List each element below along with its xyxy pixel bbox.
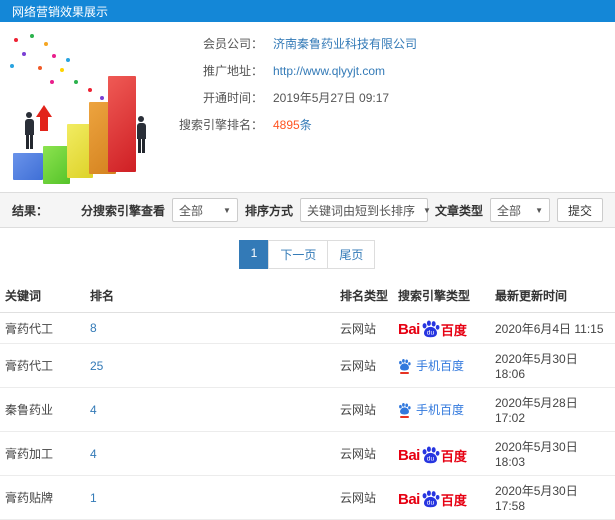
rank-type-cell: 云网站	[335, 312, 393, 344]
svg-text:du: du	[427, 330, 435, 337]
member-company-label: 会员公司：	[202, 37, 263, 51]
filter-controls: 分搜索引擎查看 全部 ▼ 排序方式 关键词由短到长排序 ▼ 文章类型 全部 ▼ 提交	[81, 198, 603, 222]
rank-cell: 25	[85, 343, 335, 388]
rank-type-cell: 云网站	[335, 475, 393, 520]
growth-chart-illustration	[0, 28, 175, 188]
updated-cell: 2020年5月30日 18:03	[490, 431, 615, 476]
engine-cell: Bai du 百度	[393, 312, 490, 344]
rank-link[interactable]: 25	[90, 359, 103, 373]
table-row: 膏药贴牌 1 云网站 Bai du 百度 2020年5月30日 17:58	[0, 475, 615, 520]
result-label: 结果：	[12, 203, 49, 218]
engine-cell: Bai du 百度	[393, 475, 490, 520]
engine-cell: Bai du 百度	[393, 431, 490, 476]
header-updated: 最新更新时间	[490, 279, 615, 313]
chevron-down-icon: ▼	[223, 205, 231, 215]
member-company-row: 会员公司： 济南秦鲁药业科技有限公司	[175, 36, 615, 51]
keyword-cell: 膏药代工	[0, 343, 85, 388]
promo-url-row: 推广地址： http://www.qlyyjt.com	[175, 63, 615, 79]
updated-cell: 2020年6月4日 11:15	[490, 312, 615, 344]
table-row: 膏药加工 4 云网站 Bai du 百度 2020年5月30日 18:03	[0, 431, 615, 476]
rank-type-cell: 云网站	[335, 343, 393, 388]
engine-cell: 手机百度	[393, 343, 490, 388]
bar-blue	[13, 153, 43, 180]
keyword-cell: 膏药代工	[0, 312, 85, 344]
page: 网络营销效果展示 会员公司： 济南秦鲁药业科技有限公司 推广地址： http:/…	[0, 0, 615, 520]
open-time-row: 开通时间： 2019年5月27日 09:17	[175, 90, 615, 105]
rank-link[interactable]: 4	[90, 403, 97, 417]
header-rank-type: 排名类型	[335, 279, 393, 313]
baidu-paw-icon	[399, 402, 411, 414]
page-1-button[interactable]: 1	[238, 240, 270, 269]
info-fields: 会员公司： 济南秦鲁药业科技有限公司 推广地址： http://www.qlyy…	[175, 28, 615, 188]
next-page-button[interactable]: 下一页	[268, 240, 329, 269]
submit-button[interactable]: 提交	[556, 198, 603, 222]
filter-bar: 结果： 分搜索引擎查看 全部 ▼ 排序方式 关键词由短到长排序 ▼ 文章类型 全部 ▼…	[0, 192, 615, 228]
chevron-down-icon: ▼	[422, 205, 431, 215]
pagination: 1 下一页 尾页	[0, 240, 615, 269]
keyword-cell: 膏药加工	[0, 431, 85, 476]
bar-green	[43, 146, 70, 184]
table-body: 膏药代工 8 云网站 Bai du 百度 2020年6月4日 11:15 膏药代工 25 云网站手…	[0, 312, 615, 520]
table-row: 膏药代工 25 云网站 手机百度 2020年5月30日 18:06	[0, 343, 615, 388]
svg-text:du: du	[427, 499, 435, 506]
rank-cell: 4	[85, 387, 335, 432]
updated-cell: 2020年5月28日 17:02	[490, 387, 615, 432]
header-keyword: 关键词	[0, 279, 85, 313]
updated-cell: 2020年5月30日 17:58	[490, 475, 615, 520]
engine-rank-value: 4895条	[273, 118, 312, 132]
rank-type-cell: 云网站	[335, 431, 393, 476]
baidu-logo: Bai du 百度	[398, 320, 467, 338]
engine-rank-row: 搜索引擎排名： 4895条	[175, 117, 615, 132]
info-section: 会员公司： 济南秦鲁药业科技有限公司 推广地址： http://www.qlyy…	[0, 22, 615, 188]
sort-filter-select[interactable]: 关键词由短到长排序 ▼	[299, 198, 431, 222]
rank-type-cell: 云网站	[335, 387, 393, 432]
svg-text:du: du	[427, 455, 435, 462]
businessman-right	[133, 116, 149, 153]
baidu-logo: Bai du 百度	[398, 490, 467, 508]
businessman-left	[21, 112, 37, 149]
article-type-label: 文章类型	[434, 203, 483, 218]
page-title: 网络营销效果展示	[12, 4, 109, 19]
results-table: 关键词 排名 排名类型 搜索引擎类型 最新更新时间 膏药代工 8 云网站 Bai du 百…	[0, 279, 615, 520]
engine-cell: 手机百度	[393, 387, 490, 432]
keyword-cell: 秦鲁药业	[0, 387, 85, 432]
header-engine-type: 搜索引擎类型	[393, 279, 490, 313]
rank-link[interactable]: 8	[90, 321, 97, 335]
rank-cell: 4	[85, 431, 335, 476]
last-page-button[interactable]: 尾页	[327, 240, 376, 269]
rank-link[interactable]: 1	[90, 491, 97, 505]
table-header-row: 关键词 排名 排名类型 搜索引擎类型 最新更新时间	[0, 279, 615, 313]
sort-filter-label: 排序方式	[244, 203, 293, 218]
promo-url-label: 推广地址：	[202, 64, 263, 78]
mobile-baidu-logo: 手机百度	[398, 402, 464, 418]
rank-cell: 1	[85, 475, 335, 520]
table-row: 膏药代工 8 云网站 Bai du 百度 2020年6月4日 11:15	[0, 312, 615, 344]
title-bar: 网络营销效果展示	[0, 0, 615, 22]
bar-red	[108, 76, 136, 172]
article-type-select[interactable]: 全部 ▼	[489, 198, 550, 222]
up-arrow-icon	[36, 105, 52, 131]
mobile-baidu-logo: 手机百度	[398, 358, 464, 374]
engine-filter-label: 分搜索引擎查看	[80, 203, 165, 218]
rank-link[interactable]: 4	[90, 447, 97, 461]
table-row: 秦鲁药业 4 云网站 手机百度 2020年5月28日 17:02	[0, 387, 615, 432]
rank-cell: 8	[85, 312, 335, 344]
member-company-link[interactable]: 济南秦鲁药业科技有限公司	[273, 35, 417, 52]
engine-rank-label: 搜索引擎排名：	[178, 118, 263, 132]
baidu-paw-icon	[399, 358, 411, 370]
baidu-logo: Bai du 百度	[398, 446, 467, 464]
open-time-label: 开通时间：	[202, 91, 263, 105]
updated-cell: 2020年5月30日 18:06	[490, 343, 615, 388]
keyword-cell: 膏药贴牌	[0, 475, 85, 520]
open-time-value: 2019年5月27日 09:17	[273, 91, 390, 105]
header-rank: 排名	[85, 279, 335, 313]
chevron-down-icon: ▼	[535, 205, 543, 215]
promo-url-link[interactable]: http://www.qlyyjt.com	[273, 64, 385, 78]
engine-filter-select[interactable]: 全部 ▼	[171, 198, 238, 222]
